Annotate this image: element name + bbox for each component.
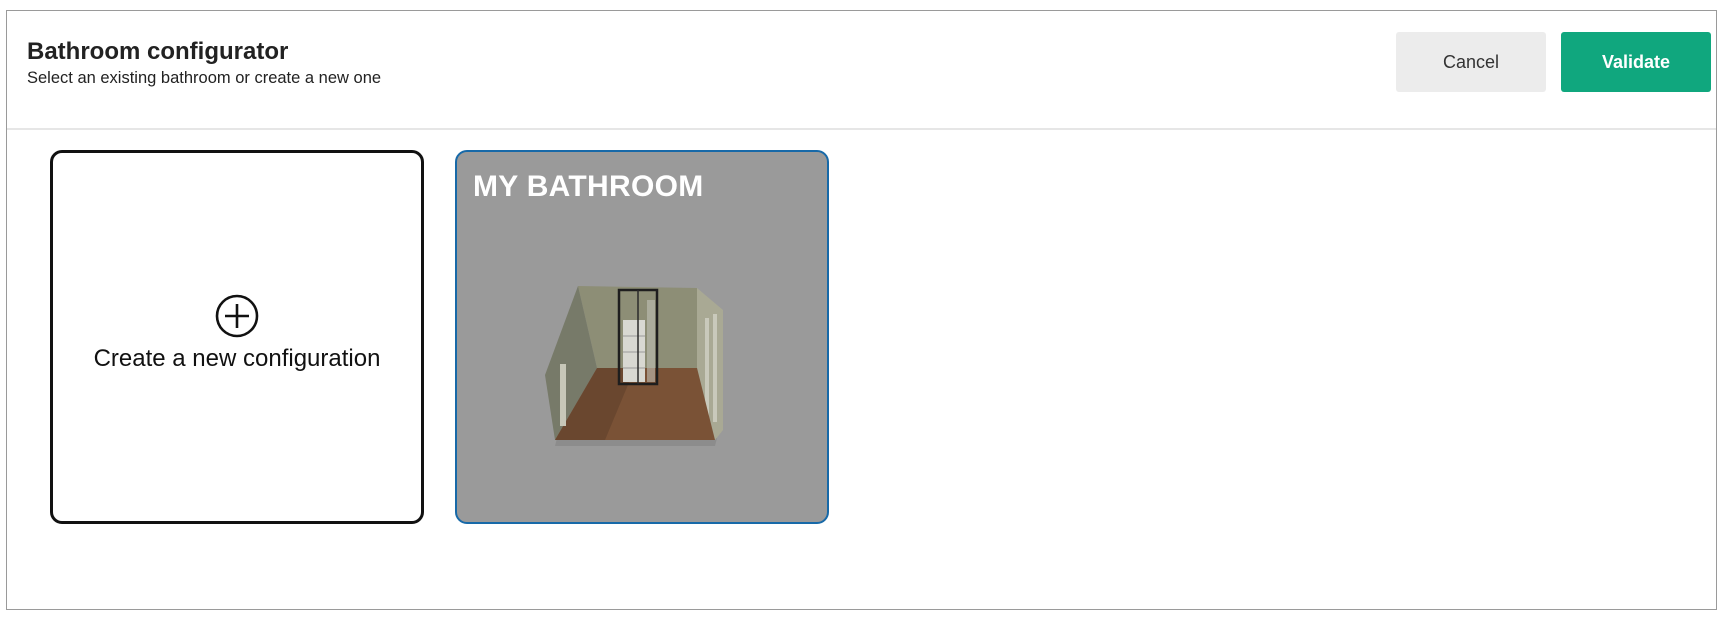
validate-button[interactable]: Validate — [1561, 32, 1711, 92]
page-title: Bathroom configurator — [27, 38, 289, 65]
cancel-button[interactable]: Cancel — [1396, 32, 1546, 92]
configuration-card-my-bathroom[interactable]: MY BATHROOM — [455, 150, 829, 524]
page-subtitle: Select an existing bathroom or create a … — [27, 69, 382, 87]
create-configuration-label: Create a new configuration — [93, 345, 381, 372]
dialog-header: Bathroom configurator Select an existing… — [7, 11, 1716, 130]
configurator-dialog: Bathroom configurator Select an existing… — [6, 10, 1717, 610]
plus-circle-icon — [215, 294, 259, 338]
configuration-card-title: MY BATHROOM — [473, 170, 704, 203]
bathroom-preview-thumbnail — [545, 286, 723, 446]
create-configuration-card[interactable]: Create a new configuration — [50, 150, 424, 524]
